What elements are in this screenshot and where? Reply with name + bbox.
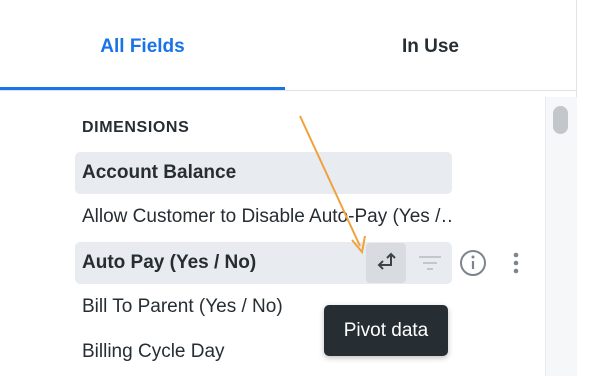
field-account-balance[interactable]: Account Balance [75,152,452,194]
scrollbar-track[interactable] [545,97,577,376]
tab-all-fields[interactable]: All Fields [0,0,285,90]
field-picker-tabs: All Fields In Use [0,0,576,91]
pivot-tooltip: Pivot data [324,305,448,356]
more-vertical-icon [513,252,519,274]
scrollbar-thumb[interactable] [553,106,568,134]
info-button[interactable] [453,243,493,283]
pivot-icon [377,252,396,270]
active-tab-indicator [0,87,285,90]
section-heading-dimensions: DIMENSIONS [82,119,190,136]
field-label: Allow Customer to Disable Auto-Pay (Yes … [82,206,452,227]
more-options-button[interactable] [496,243,536,283]
info-icon [460,250,486,276]
pivot-button[interactable] [366,243,406,283]
tab-in-use[interactable]: In Use [285,0,576,90]
filter-button[interactable] [410,243,450,283]
field-allow-customer-disable-autopay[interactable]: Allow Customer to Disable Auto-Pay (Yes … [75,196,452,238]
filter-icon [419,256,441,270]
